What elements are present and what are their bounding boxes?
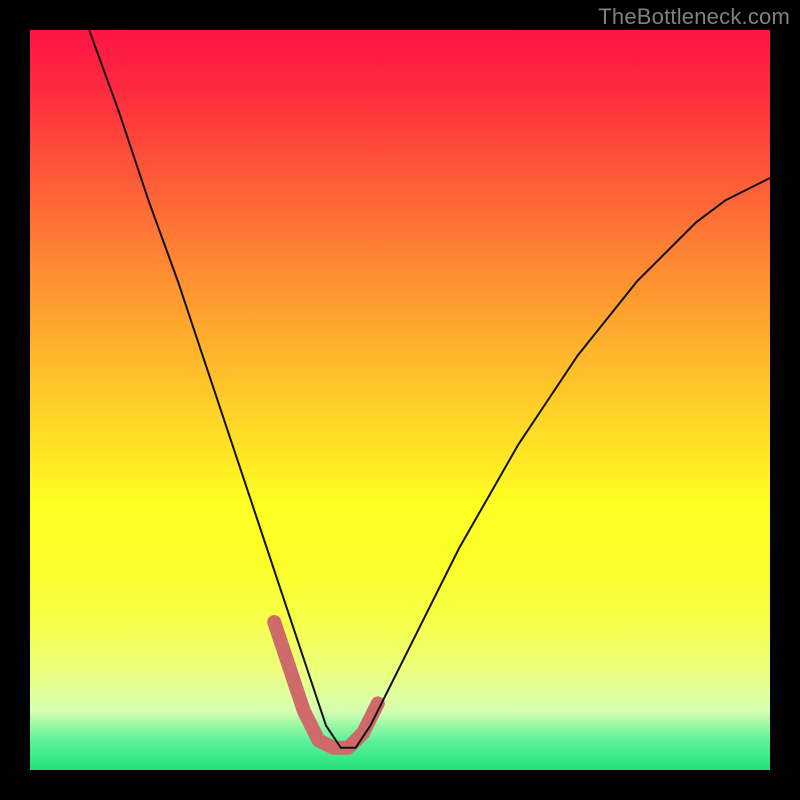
bottleneck-curve (89, 30, 770, 748)
bottleneck-highlight (274, 622, 378, 748)
plot-area (30, 30, 770, 770)
curve-layer (30, 30, 770, 770)
watermark-text: TheBottleneck.com (598, 4, 790, 30)
chart-frame: TheBottleneck.com (0, 0, 800, 800)
